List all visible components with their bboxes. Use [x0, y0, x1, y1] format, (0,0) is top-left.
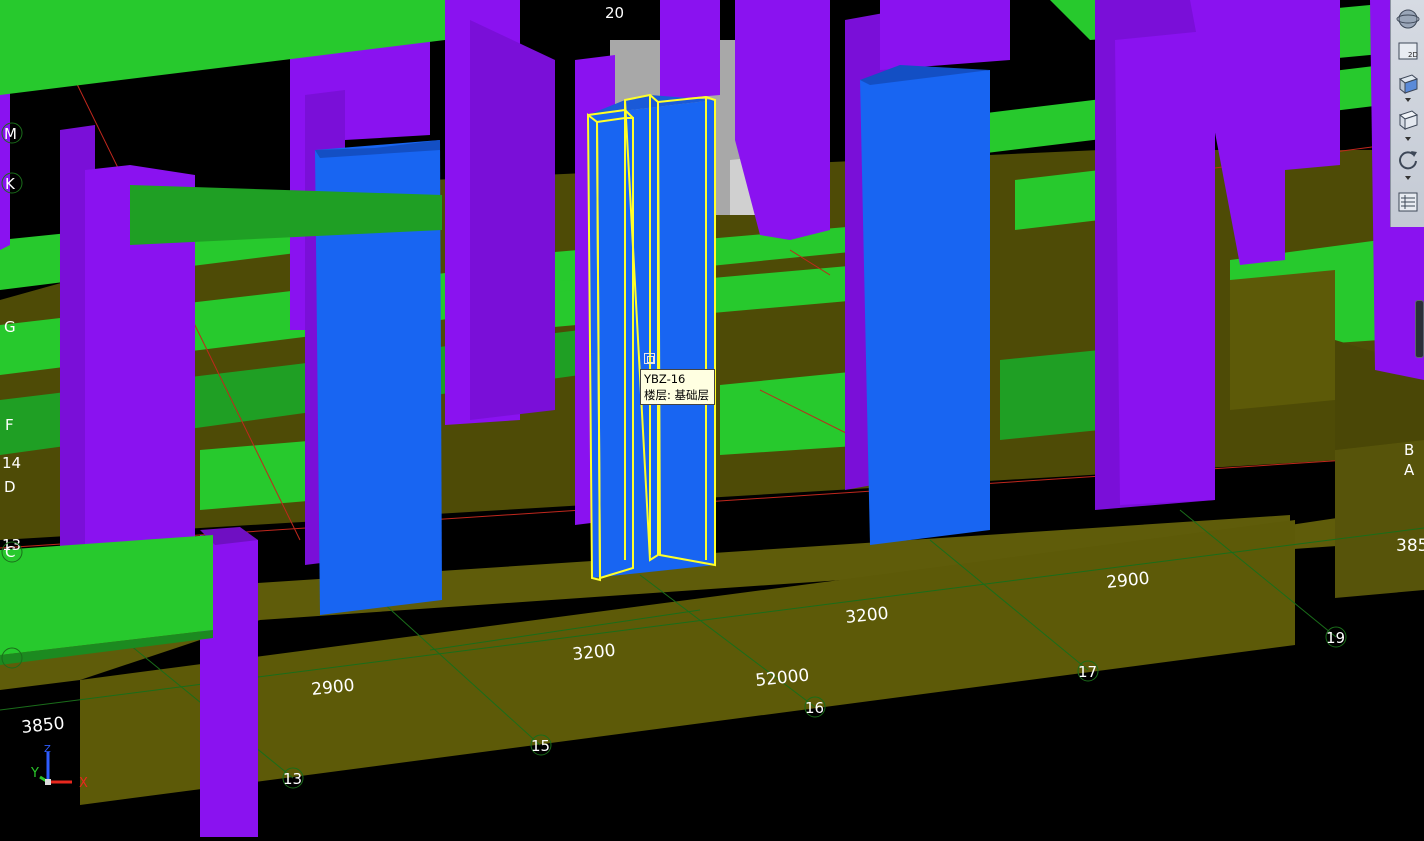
- beam: [1015, 170, 1100, 230]
- axis-label-13: 13: [283, 770, 302, 788]
- axis-label-17: 17: [1078, 663, 1097, 681]
- rotate-dropdown-arrow[interactable]: [1405, 176, 1411, 180]
- layer-panel-button[interactable]: [1395, 189, 1421, 215]
- axis-label-B: B: [1404, 441, 1414, 459]
- view-3d-box-icon: [1398, 74, 1419, 95]
- selected-wall-ybz-16[interactable]: [586, 93, 716, 582]
- display-cube-icon: [1398, 110, 1419, 131]
- axis-x-label: X: [79, 776, 88, 791]
- axis-label-16: 16: [805, 699, 824, 717]
- axis-label-F: F: [5, 416, 14, 434]
- 3d-model-viewport[interactable]: 13 15 16 17 19 20 M K G F 14 D 13 C B A …: [0, 0, 1424, 837]
- tooltip-element-name: YBZ-16: [644, 372, 686, 386]
- axis-label-M: M: [4, 125, 17, 143]
- axis-label-D: D: [4, 478, 16, 496]
- foundation-slab-side: [1230, 270, 1335, 410]
- display-cube-button[interactable]: [1395, 106, 1421, 132]
- model-canvas[interactable]: 13 15 16 17 19 20 M K G F 14 D 13 C B A …: [0, 0, 1424, 837]
- axis-label-20: 20: [605, 4, 624, 22]
- orbit-icon: [1396, 9, 1420, 29]
- axis-label-14: 14: [2, 454, 21, 472]
- beam: [200, 440, 320, 510]
- pick-cursor-icon: [644, 353, 655, 364]
- axis-z-label: Z: [44, 744, 51, 755]
- display-cube-dropdown-arrow[interactable]: [1405, 137, 1411, 141]
- side-panel-grip[interactable]: [1415, 300, 1424, 358]
- axis-label-A: A: [1404, 461, 1415, 479]
- rotate-icon: [1399, 151, 1417, 170]
- tooltip-floor: 楼层: 基础层: [644, 388, 710, 402]
- dimension-3850-right: 385: [1396, 536, 1424, 556]
- view-toolbar: 2D: [1390, 0, 1424, 227]
- view-3d-box-button[interactable]: [1395, 70, 1421, 96]
- view-2d-button[interactable]: 2D: [1395, 38, 1421, 64]
- axis-label-G: G: [4, 318, 16, 336]
- axis-label-C: C: [5, 543, 15, 561]
- layer-panel-icon: [1398, 192, 1418, 212]
- svg-text:2D: 2D: [1408, 51, 1418, 59]
- axis-label-K: K: [5, 175, 16, 193]
- beam: [1000, 350, 1100, 440]
- view-2d-icon: 2D: [1398, 42, 1418, 60]
- rotate-button[interactable]: [1395, 146, 1421, 172]
- axis-y-label: Y: [30, 766, 39, 781]
- element-tooltip: YBZ-16 楼层: 基础层: [640, 369, 715, 405]
- view-3d-dropdown-arrow[interactable]: [1405, 98, 1411, 102]
- axis-label-19: 19: [1326, 629, 1345, 647]
- orbit-button[interactable]: [1395, 6, 1421, 32]
- axis-label-15: 15: [531, 737, 550, 755]
